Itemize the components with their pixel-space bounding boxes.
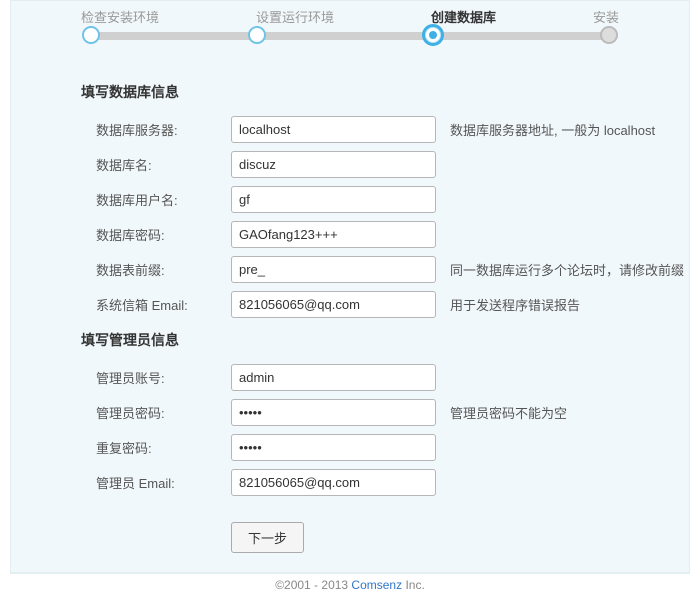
admin-repass-label: 重复密码:: [96, 438, 231, 457]
progress-track: [91, 32, 609, 40]
step-node-2: [248, 26, 266, 44]
db-name-label: 数据库名:: [96, 155, 231, 174]
db-email-label: 系统信箱 Email:: [96, 295, 231, 314]
admin-user-label: 管理员账号:: [96, 368, 231, 387]
db-pass-label: 数据库密码:: [96, 225, 231, 244]
db-user-input[interactable]: [231, 186, 436, 213]
footer-suffix: Inc.: [402, 578, 425, 592]
step-node-1: [82, 26, 100, 44]
db-prefix-label: 数据表前缀:: [96, 260, 231, 279]
db-user-label: 数据库用户名:: [96, 190, 231, 209]
admin-email-input[interactable]: [231, 469, 436, 496]
admin-section-title: 填写管理员信息: [81, 330, 689, 350]
admin-repass-input[interactable]: [231, 434, 436, 461]
install-progress: 检查安装环境 设置运行环境 创建数据库 安装: [11, 1, 689, 70]
footer-link[interactable]: Comsenz: [351, 578, 402, 592]
step-label-4: 安装: [593, 7, 619, 26]
db-email-hint: 用于发送程序错误报告: [450, 295, 580, 314]
db-server-hint: 数据库服务器地址, 一般为 localhost: [450, 120, 655, 139]
admin-pass-input[interactable]: [231, 399, 436, 426]
db-email-input[interactable]: [231, 291, 436, 318]
db-server-input[interactable]: [231, 116, 436, 143]
step-node-3: [422, 24, 444, 46]
admin-user-input[interactable]: [231, 364, 436, 391]
step-node-4: [600, 26, 618, 44]
db-name-input[interactable]: [231, 151, 436, 178]
db-prefix-hint: 同一数据库运行多个论坛时，请修改前缀: [450, 260, 684, 279]
footer: ©2001 - 2013 Comsenz Inc.: [10, 573, 690, 596]
admin-pass-hint: 管理员密码不能为空: [450, 403, 567, 422]
db-pass-input[interactable]: [231, 221, 436, 248]
db-prefix-input[interactable]: [231, 256, 436, 283]
next-button[interactable]: 下一步: [231, 522, 304, 553]
step-label-3: 创建数据库: [431, 7, 496, 26]
step-label-1: 检查安装环境: [81, 7, 159, 26]
db-server-label: 数据库服务器:: [96, 120, 231, 139]
db-section-title: 填写数据库信息: [81, 82, 689, 102]
admin-email-label: 管理员 Email:: [96, 473, 231, 492]
step-label-2: 设置运行环境: [256, 7, 334, 26]
admin-pass-label: 管理员密码:: [96, 403, 231, 422]
footer-copyright: ©2001 - 2013: [275, 578, 351, 592]
